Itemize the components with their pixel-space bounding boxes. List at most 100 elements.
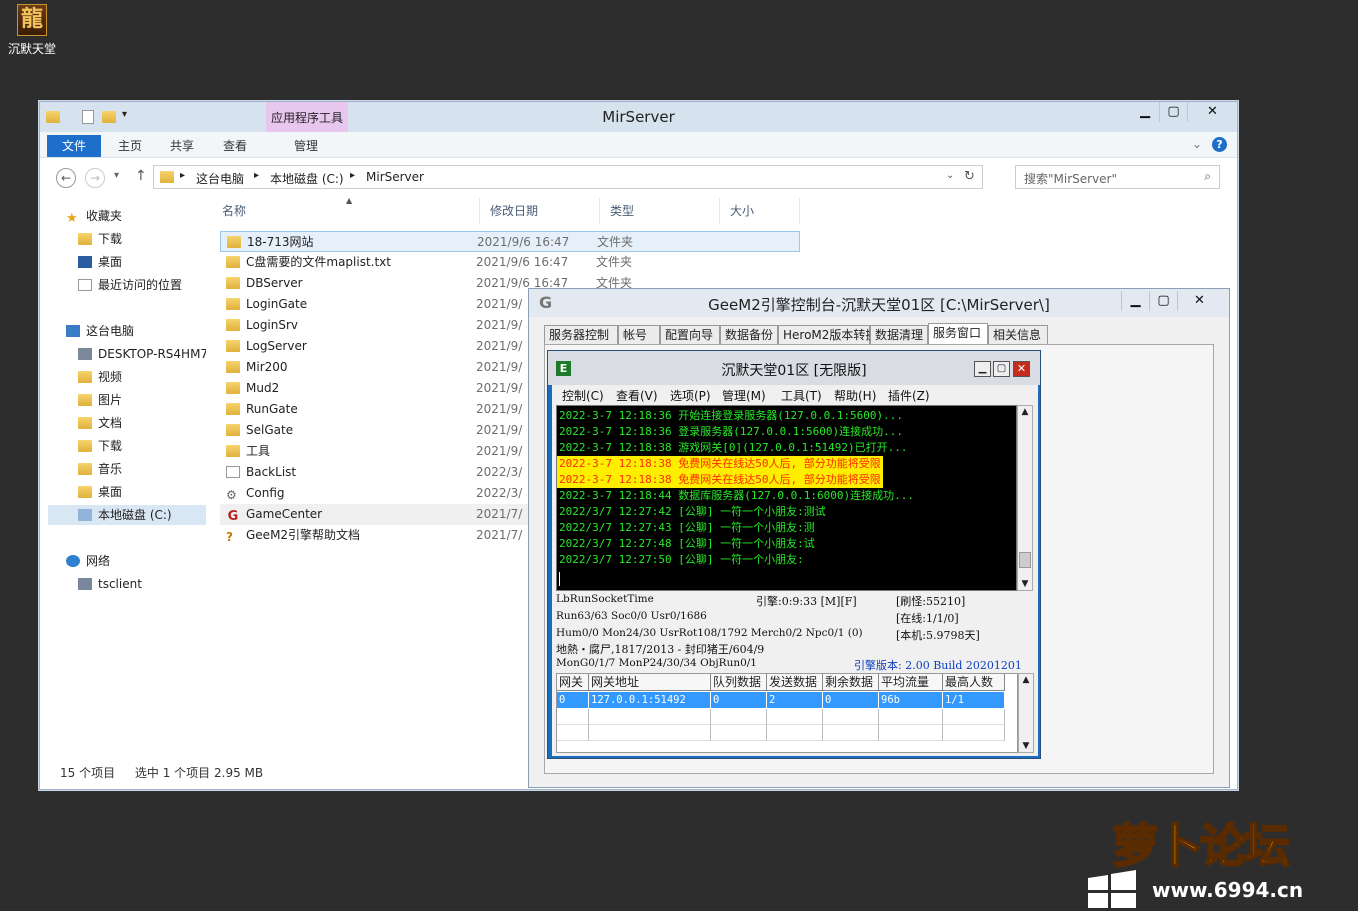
desktop-icon [78, 256, 92, 268]
maximize-button[interactable]: ▢ [1159, 102, 1187, 122]
navigation-pane: ★ 收藏夹 下载 桌面 最近访问的位置 这台电脑 DESKTOP-RS4HM7 视… [40, 198, 206, 758]
gateway-column-header[interactable]: 发送数据 [767, 674, 823, 691]
nav-downloads[interactable]: 下载 [78, 229, 122, 249]
gateway-cell[interactable]: 127.0.0.1:51492 [589, 692, 711, 708]
nav-downloads-pc[interactable]: 下载 [78, 436, 122, 456]
gateway-column-header[interactable]: 最高人数 [943, 674, 1005, 691]
gateway-column-header[interactable]: 剩余数据 [823, 674, 879, 691]
log-line: 2022/3/7 12:27:50 [公聊] 一符一个小朋友: [559, 553, 804, 566]
menu-item[interactable]: 选项(P) [670, 387, 711, 404]
nav-this-pc[interactable]: 这台电脑 [66, 321, 134, 341]
gateway-column-header[interactable]: 网关 [557, 674, 589, 691]
column-type[interactable]: 类型 [600, 198, 720, 224]
forward-button[interactable]: → [85, 168, 105, 188]
file-row[interactable]: 18-713网站 2021/9/6 16:47 文件夹 [220, 231, 800, 252]
menu-item[interactable]: 查看(V) [616, 387, 658, 404]
nav-documents[interactable]: 文档 [78, 413, 122, 433]
menu-item[interactable]: 控制(C) [562, 387, 604, 404]
m2-close-button[interactable]: ✕ [1013, 361, 1030, 377]
scroll-down-icon[interactable]: ▼ [1018, 578, 1032, 590]
menu-item[interactable]: 工具(T) [781, 387, 822, 404]
column-date[interactable]: 修改日期 [480, 198, 600, 224]
nav-favorites[interactable]: ★ 收藏夹 [66, 206, 122, 226]
console-tab[interactable]: 帐号 [618, 325, 660, 344]
search-icon[interactable]: ⌕ [1204, 169, 1211, 184]
gateway-column-header[interactable]: 队列数据 [711, 674, 767, 691]
nav-music[interactable]: 音乐 [78, 459, 122, 479]
close-button[interactable]: ✕ [1187, 102, 1237, 122]
scroll-down-icon[interactable]: ▼ [1019, 740, 1033, 752]
gateway-cell[interactable]: 0 [823, 692, 879, 708]
log-scrollbar[interactable]: ▲ ▼ [1017, 405, 1033, 591]
scroll-up-icon[interactable]: ▲ [1019, 674, 1033, 686]
search-input[interactable]: 搜索"MirServer" ⌕ [1015, 165, 1220, 189]
chevron-right-icon[interactable]: ▸ [254, 170, 259, 181]
recent-locations-icon[interactable]: ▾ [114, 170, 119, 181]
nav-recent[interactable]: 最近访问的位置 [78, 275, 182, 295]
address-bar[interactable]: ▸ 这台电脑 ▸ 本地磁盘 (C:) ▸ MirServer ⌄ ↻ [153, 165, 983, 189]
nav-videos[interactable]: 视频 [78, 367, 122, 387]
breadcrumb-drive[interactable]: 本地磁盘 (C:) [270, 170, 344, 187]
gateway-column-header[interactable]: 平均流量 [879, 674, 943, 691]
column-size[interactable]: 大小 [720, 198, 800, 224]
tab-file[interactable]: 文件 [47, 135, 101, 157]
folder-icon [226, 382, 240, 394]
file-row[interactable]: C盘需要的文件maplist.txt 2021/9/6 16:47 文件夹 [220, 252, 800, 273]
desktop-shortcut[interactable]: 龍 沉默天堂 [6, 4, 58, 57]
scroll-up-icon[interactable]: ▲ [1018, 406, 1032, 418]
back-button[interactable]: ← [56, 168, 76, 188]
nav-tsclient[interactable]: tsclient [78, 574, 142, 594]
console-tab[interactable]: 配置向导 [660, 325, 720, 344]
expand-ribbon-icon[interactable]: ⌄ [1192, 137, 1202, 151]
gateway-table[interactable]: 网关 0 网关地址 127.0.0.1:51492 队列数据 0 发送数据 2 剩余数据 0 平均流… [556, 673, 1018, 753]
console-tab[interactable]: 数据备份 [720, 325, 778, 344]
chevron-down-icon[interactable]: ⌄ [946, 170, 954, 181]
console-tab[interactable]: HeroM2版本转换 [778, 325, 877, 344]
folder-icon [226, 298, 240, 310]
nav-local-disk[interactable]: 本地磁盘 (C:) [48, 505, 206, 525]
breadcrumb-this-pc[interactable]: 这台电脑 [196, 170, 244, 187]
folder-icon [227, 236, 241, 248]
m2-maximize-button[interactable]: ▢ [993, 361, 1010, 377]
empty-cell [943, 725, 1005, 741]
gateway-cell[interactable]: 96b [879, 692, 943, 708]
file-name: DBServer [246, 276, 303, 290]
menu-item[interactable]: 帮助(H) [834, 387, 876, 404]
chevron-right-icon[interactable]: ▸ [350, 170, 355, 181]
gateway-cell[interactable]: 1/1 [943, 692, 1005, 708]
up-button[interactable]: ↑ [135, 168, 147, 184]
tab-home[interactable]: 主页 [110, 135, 150, 157]
console-tab[interactable]: 数据清理 [870, 325, 928, 344]
nav-pictures[interactable]: 图片 [78, 390, 122, 410]
nav-desktop-host[interactable]: DESKTOP-RS4HM7 [78, 344, 206, 364]
nav-desktop[interactable]: 桌面 [78, 252, 122, 272]
empty-cell [879, 709, 943, 725]
gateway-cell[interactable]: 0 [711, 692, 767, 708]
nav-desktop-pc[interactable]: 桌面 [78, 482, 122, 502]
refresh-icon[interactable]: ↻ [964, 169, 975, 184]
tab-view[interactable]: 查看 [215, 135, 255, 157]
gateway-cell[interactable]: 2 [767, 692, 823, 708]
gateway-cell[interactable]: 0 [557, 692, 589, 708]
minimize-button[interactable]: ▁ [1131, 102, 1159, 122]
tab-share[interactable]: 共享 [162, 135, 202, 157]
console-minimize-button[interactable]: ▁ [1121, 291, 1149, 311]
console-tab[interactable]: 服务窗口 [928, 323, 988, 344]
console-maximize-button[interactable]: ▢ [1149, 291, 1177, 311]
menu-item[interactable]: 插件(Z) [888, 387, 930, 404]
menu-item[interactable]: 管理(M) [722, 387, 766, 404]
gateway-scrollbar[interactable]: ▲ ▼ [1018, 673, 1034, 753]
help-icon[interactable]: ? [1212, 137, 1227, 152]
log-output[interactable]: 2022-3-7 12:18:36 开始连接登录服务器(127.0.0.1:56… [556, 405, 1017, 591]
file-type: 文件夹 [597, 235, 634, 249]
m2-minimize-button[interactable]: ▁ [974, 361, 991, 377]
gateway-column-header[interactable]: 网关地址 [589, 674, 711, 691]
scroll-thumb[interactable] [1019, 552, 1031, 568]
tab-manage[interactable]: 管理 [286, 135, 326, 157]
nav-network[interactable]: 网络 [66, 551, 110, 571]
breadcrumb-mirserver[interactable]: MirServer [366, 170, 424, 184]
console-close-button[interactable]: ✕ [1177, 291, 1221, 311]
console-tab[interactable]: 服务器控制 [544, 325, 618, 344]
console-tab[interactable]: 相关信息 [988, 325, 1048, 344]
nav-label: DESKTOP-RS4HM7 [98, 347, 206, 361]
